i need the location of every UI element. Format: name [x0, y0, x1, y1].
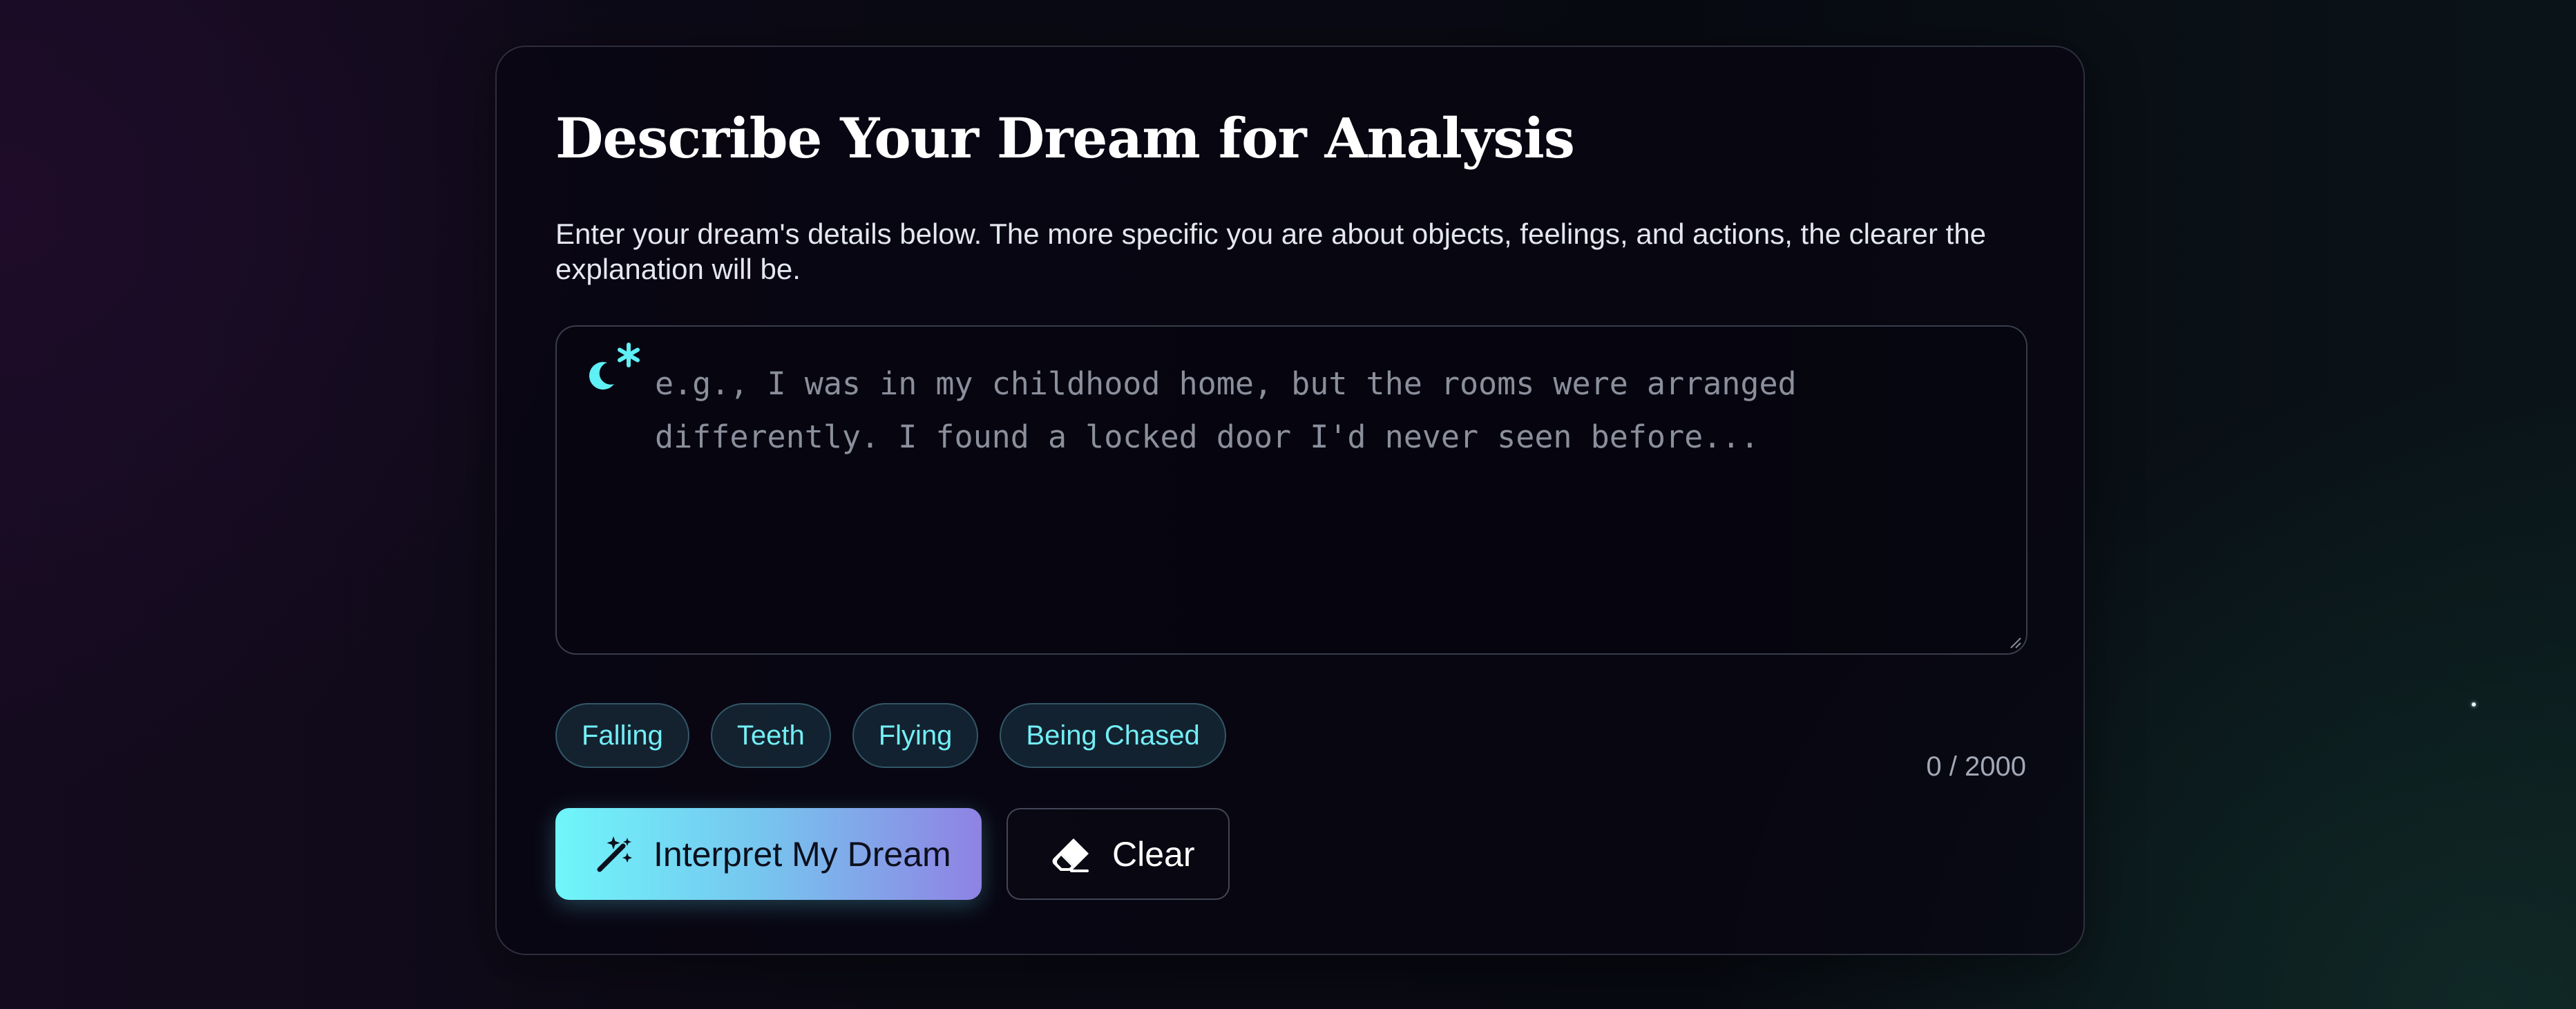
resize-handle-icon[interactable]	[2008, 635, 2022, 649]
clear-button-label: Clear	[1112, 834, 1195, 874]
moon-star-icon	[589, 343, 640, 390]
tag-chip-teeth[interactable]: Teeth	[710, 703, 831, 768]
dream-input-container	[555, 325, 2028, 655]
tag-chip-falling[interactable]: Falling	[555, 703, 689, 768]
dream-description-input[interactable]	[655, 357, 1995, 633]
interpret-dream-button[interactable]: Interpret My Dream	[555, 808, 982, 900]
magic-wand-icon	[597, 836, 632, 872]
tag-chip-being-chased[interactable]: Being Chased	[1000, 703, 1226, 768]
page-title: Describe Your Dream for Analysis	[555, 106, 1575, 171]
form-description: Enter your dream's details below. The mo…	[555, 218, 1987, 285]
background-star	[2472, 702, 2476, 707]
tag-chip-flying[interactable]: Flying	[852, 703, 979, 768]
eraser-icon	[1052, 838, 1089, 872]
dream-tag-list: Falling Teeth Flying Being Chased	[555, 703, 1226, 768]
character-counter: 0 / 2000	[1926, 751, 2026, 782]
dream-form-card: Describe Your Dream for Analysis Enter y…	[495, 46, 2085, 955]
interpret-button-label: Interpret My Dream	[653, 834, 951, 874]
clear-button[interactable]: Clear	[1006, 808, 1230, 900]
